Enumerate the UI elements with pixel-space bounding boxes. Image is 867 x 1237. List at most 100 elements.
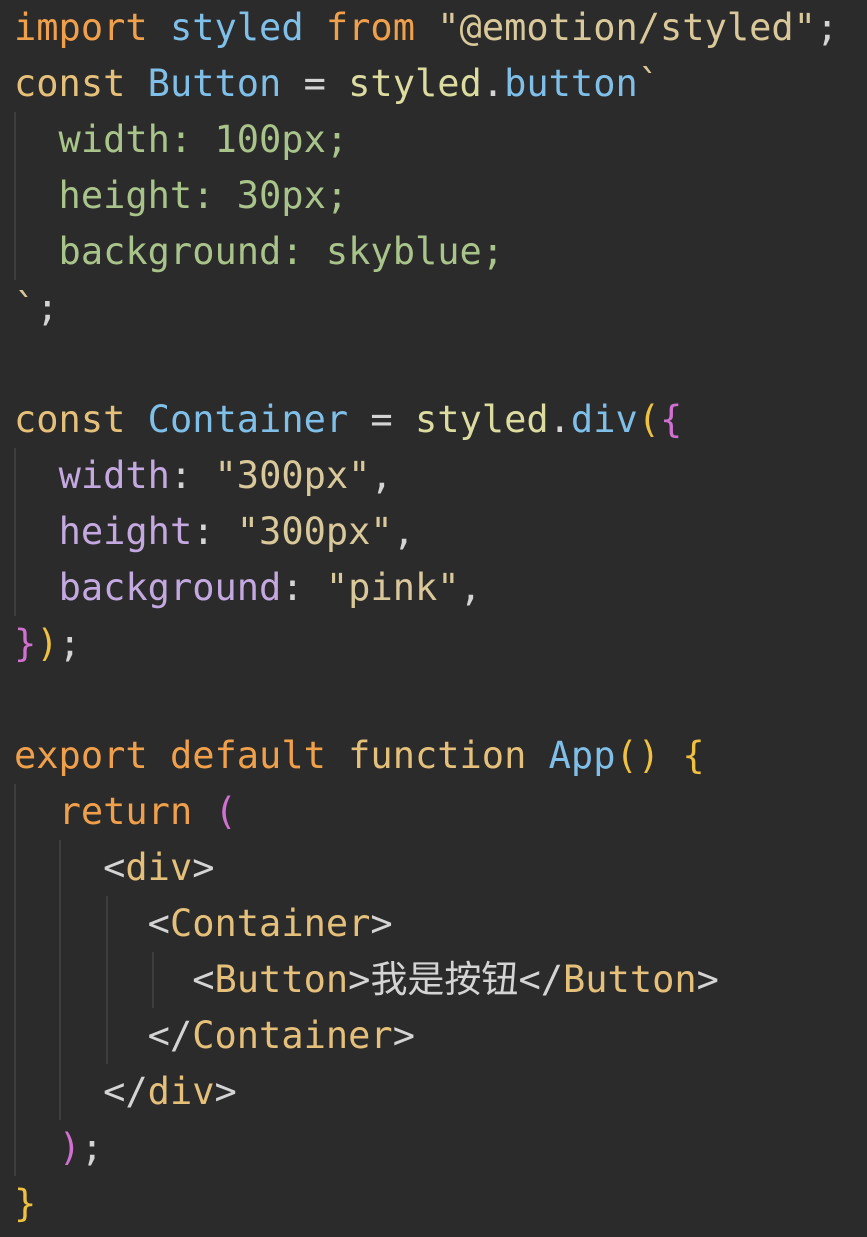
code-line: `; [14,280,867,336]
code-token: from [325,6,415,49]
code-token: { [660,398,683,441]
code-token: div [570,398,638,441]
code-token: "300px" [214,454,371,497]
code-token: } [14,1182,37,1225]
code-token: : [169,454,215,497]
code-line: width: 100px; [14,112,867,168]
code-token: ` [637,62,661,105]
code-token: > [192,846,215,889]
code-token: Button [563,958,697,1001]
code-line: width: "300px", [14,448,867,504]
code-token: } [14,622,37,665]
code-token: height: 30px; [14,174,349,217]
code-line: import styled from "@emotion/styled"; [14,0,867,56]
code-token: Container [147,398,349,441]
code-token: > [214,1070,237,1113]
code-token: const [14,398,126,441]
code-line: height: 30px; [14,168,867,224]
code-token: ) [58,1126,81,1169]
code-token: div [125,846,193,889]
code-token: "pink" [325,566,460,609]
code-line: return ( [14,784,867,840]
code-line: <div> [14,840,867,896]
code-token: const [14,62,126,105]
code-token: "300px" [236,510,393,553]
code-editor[interactable]: import styled from "@emotion/styled"; con… [0,0,867,1237]
code-token: < [103,846,126,889]
code-token: < [192,958,215,1001]
code-token: Container [169,902,371,945]
code-token: return [58,790,193,833]
code-token: , [392,510,415,553]
code-token: ; [80,1126,104,1169]
code-token: ; [58,622,81,665]
code-token: div [147,1070,215,1113]
code-token: ( [637,398,661,441]
code-token: < [147,902,170,945]
code-token: Button [147,62,282,105]
code-token: > [370,902,393,945]
code-token: , [459,566,482,609]
code-token: 我是按钮 [370,958,519,1001]
code-token: . [481,62,505,105]
code-line: const Button = styled.button` [14,56,867,112]
code-token: </ [518,958,563,1001]
code-line: } [14,1176,867,1232]
code-token: width [58,454,170,497]
code-token: = [348,398,415,441]
code-area[interactable]: import styled from "@emotion/styled"; con… [14,0,867,1232]
code-token: () [615,734,661,777]
code-token: styled [348,62,482,105]
code-token: Container [192,1014,393,1057]
code-line: const Container = styled.div({ [14,392,867,448]
code-token: styled [414,398,549,441]
code-token: "@emotion/styled" [437,6,816,49]
code-token: width: 100px; [14,118,349,161]
code-token: = [281,62,349,105]
code-token: > [392,1014,415,1057]
code-token: import [14,6,148,49]
code-token: ` [14,286,37,329]
code-line: ); [14,1120,867,1176]
code-token: , [370,454,393,497]
code-token: { [682,734,705,777]
code-token: > [348,958,371,1001]
code-token: export [14,734,148,777]
code-token: Button [214,958,349,1001]
code-token: ( [214,790,237,833]
code-line: background: skyblue; [14,224,867,280]
code-token: . [548,398,571,441]
code-line: height: "300px", [14,504,867,560]
code-line: </div> [14,1064,867,1120]
code-line: export default function App() { [14,728,867,784]
code-token: App [548,734,616,777]
code-token: : [281,566,326,609]
code-token: background [58,566,282,609]
code-token: styled [169,6,304,49]
code-token: ; [815,6,839,49]
code-token: background: skyblue; [14,230,505,273]
code-token: function [348,734,527,777]
code-token: </ [103,1070,148,1113]
code-token: button [504,62,638,105]
code-token: ) [36,622,59,665]
